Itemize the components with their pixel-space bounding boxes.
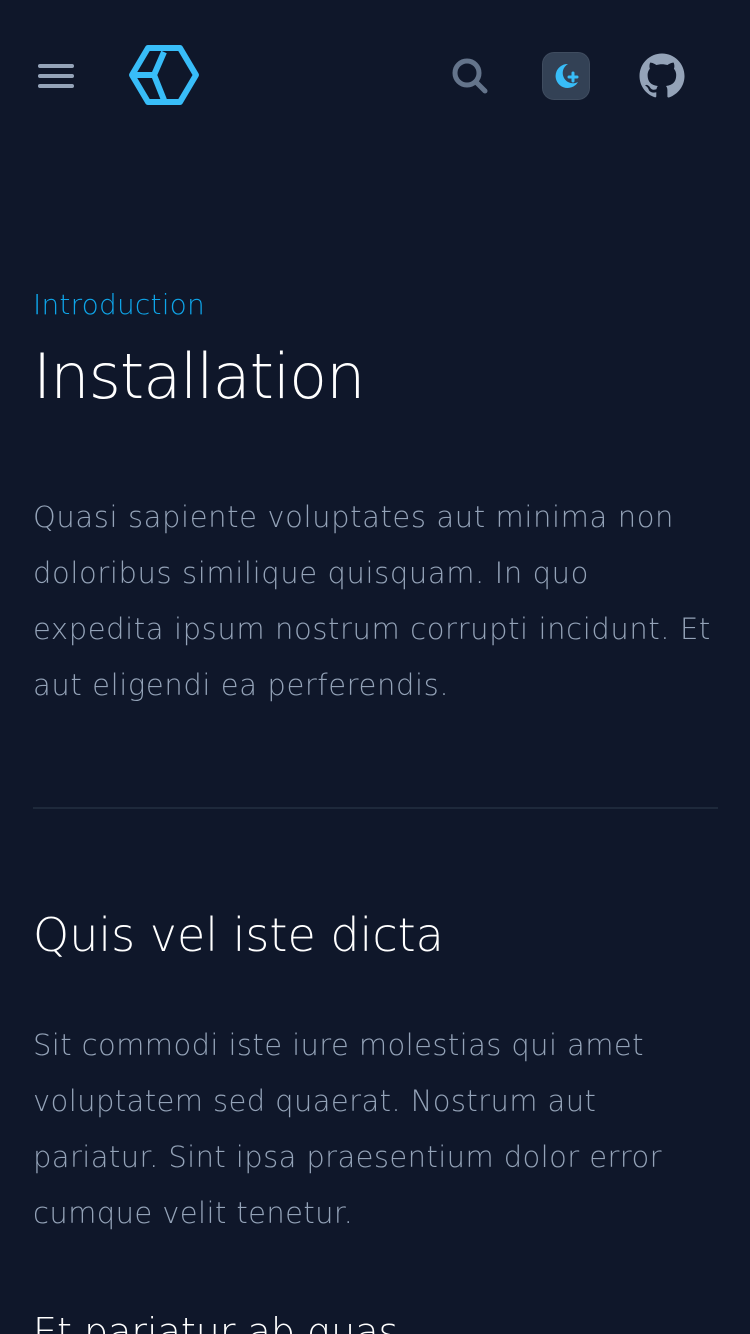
github-icon[interactable]	[638, 52, 686, 100]
moon-theme-icon	[555, 63, 579, 88]
body-paragraph: Sit commodi iste iure molestias qui amet…	[33, 1028, 662, 1230]
hexagon-logo-icon[interactable]	[128, 44, 200, 106]
theme-toggle-button[interactable]	[542, 52, 590, 100]
section-divider	[33, 807, 718, 809]
section-eyebrow-link[interactable]: Introduction	[33, 288, 205, 321]
lead-paragraph: Quasi sapiente voluptates aut minima non…	[33, 500, 711, 702]
page-title: Installation	[33, 340, 365, 413]
search-icon[interactable]	[450, 56, 490, 96]
section-heading: Quis vel iste dicta	[33, 908, 444, 962]
subsection-heading: Et pariatur ab quas	[33, 1310, 399, 1334]
hamburger-menu-icon[interactable]	[36, 60, 76, 92]
top-header	[0, 0, 750, 152]
